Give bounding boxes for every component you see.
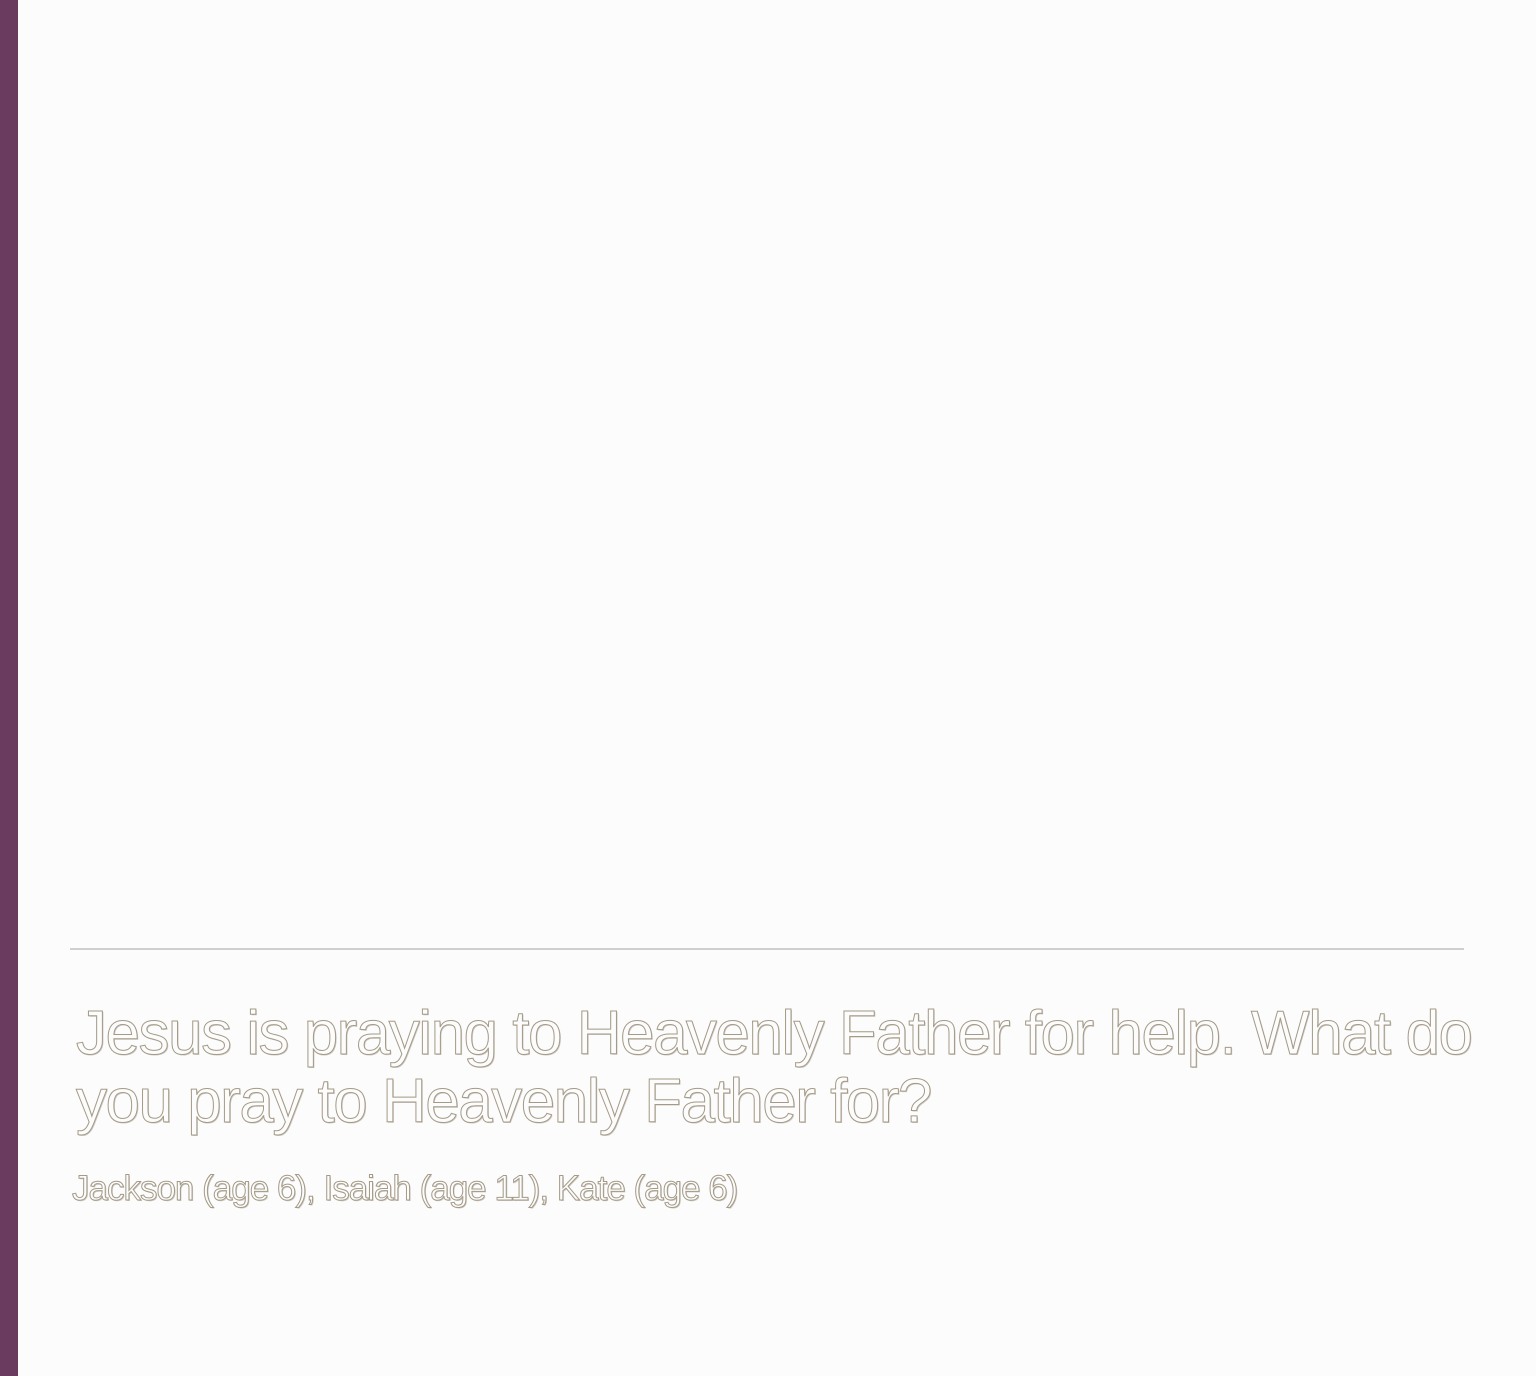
contributor-credits: Jackson (age 6), Isaiah (age 11), Kate (… xyxy=(72,1169,739,1209)
caption-question: Jesus is praying to Heavenly Father for … xyxy=(76,999,1474,1136)
section-divider xyxy=(70,948,1464,950)
accent-sidebar-bar xyxy=(0,0,18,1376)
